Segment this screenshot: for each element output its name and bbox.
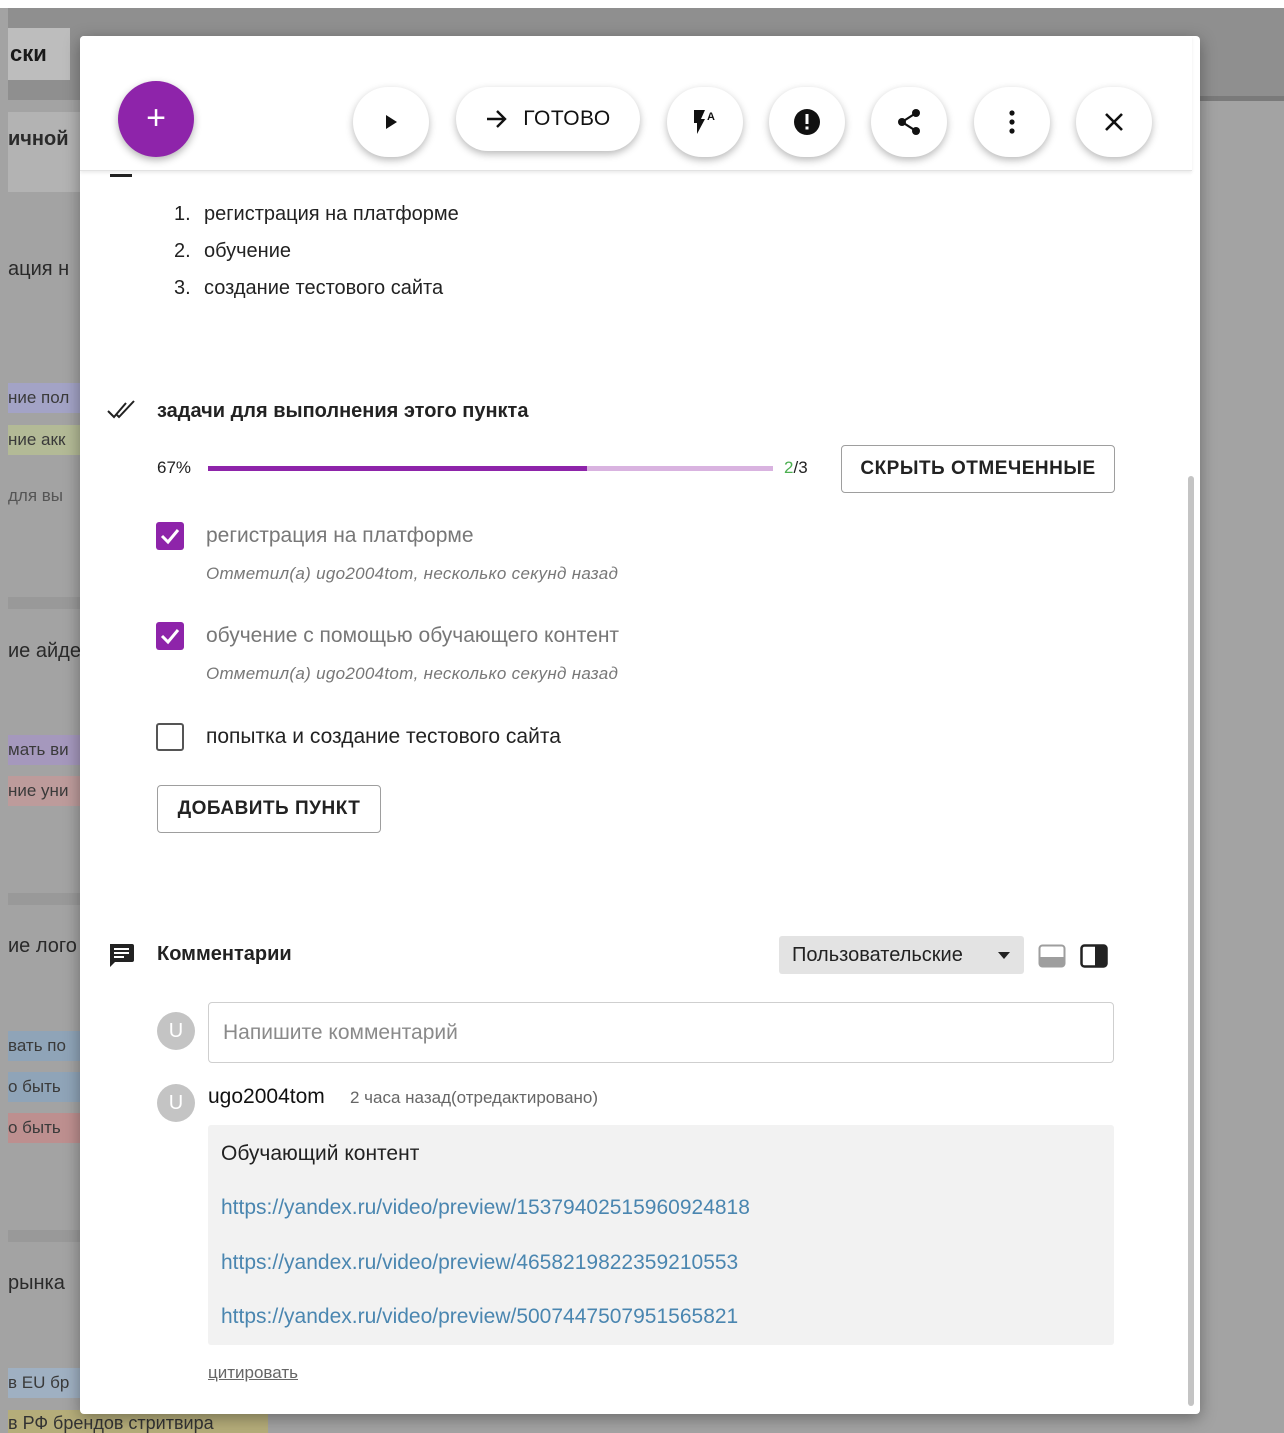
svg-text:A: A	[707, 111, 715, 123]
hide-checked-button[interactable]: СКРЫТЬ ОТМЕЧЕННЫЕ	[841, 445, 1115, 493]
background-chip: ние пол	[8, 383, 82, 413]
close-icon	[1105, 113, 1123, 131]
priority-button[interactable]	[769, 87, 845, 157]
card-detail-modal: 1. регистрация на платформе 2. обучение 3.…	[80, 36, 1200, 1414]
checklist-progress-fill	[208, 466, 587, 471]
background-divider	[8, 1230, 82, 1242]
comment-filter-select[interactable]: Пользовательские	[779, 936, 1024, 974]
double-check-icon	[107, 400, 135, 419]
background-card-text: ичной	[8, 128, 69, 150]
description-divider	[110, 174, 132, 177]
play-icon	[386, 115, 397, 129]
comment-input[interactable]	[208, 1002, 1114, 1063]
board-title: ски	[8, 28, 70, 80]
dropdown-arrow-icon	[998, 952, 1010, 959]
share-icon	[898, 109, 920, 135]
checkmark-icon	[160, 629, 180, 645]
background-chip: для вы	[8, 486, 64, 505]
comment-body: Обучающий контент https://yandex.ru/vide…	[208, 1125, 1114, 1345]
background-chip: ние акк	[8, 425, 82, 455]
checklist-checkbox[interactable]	[156, 522, 184, 550]
comment-icon	[110, 944, 134, 967]
close-button[interactable]	[1076, 87, 1152, 157]
checklist-item-label[interactable]: попытка и создание тестового сайта	[206, 723, 561, 751]
background-divider	[8, 597, 82, 609]
start-button[interactable]	[353, 87, 429, 157]
background-chip: о быть	[8, 1072, 82, 1102]
share-button[interactable]	[871, 87, 947, 157]
checklist-checkbox[interactable]	[156, 723, 184, 751]
move-to-done-button[interactable]: ГОТОВО	[456, 87, 640, 151]
modal-scrollbar[interactable]	[1188, 476, 1194, 1406]
background-chip: вать по	[8, 1031, 82, 1061]
move-to-done-label: ГОТОВО	[523, 107, 611, 130]
flash-auto-icon: A	[694, 110, 715, 134]
add-button[interactable]: +	[118, 81, 194, 157]
comment-link[interactable]: https://yandex.ru/video/preview/50074475…	[221, 1305, 738, 1329]
more-vertical-icon	[1009, 110, 1015, 134]
arrow-right-icon	[487, 110, 507, 128]
background-card-text: ация н	[8, 258, 70, 280]
comment-link[interactable]: https://yandex.ru/video/preview/46582198…	[221, 1251, 738, 1275]
comment-filter-value: Пользовательские	[792, 944, 963, 966]
add-checklist-item-button[interactable]: ДОБАВИТЬ ПУНКТ	[157, 785, 381, 833]
background-card-text: рынка	[8, 1272, 65, 1294]
background-chip: мать ви	[8, 735, 82, 765]
checklist-item-label[interactable]: регистрация на платформе	[206, 522, 474, 550]
checklist-title: задачи для выполнения этого пункта	[157, 400, 529, 422]
quote-comment-link[interactable]: цитировать	[208, 1363, 298, 1383]
checklist-progress-count: 2/3	[784, 458, 808, 477]
checklist-item-label[interactable]: обучение с помощью обучающего контент	[206, 622, 619, 650]
comments-title: Комментарии	[157, 943, 292, 965]
avatar: U	[157, 1084, 195, 1122]
comment-timestamp: 2 часа назад(отредактировано)	[350, 1088, 599, 1107]
comment-link[interactable]: https://yandex.ru/video/preview/15379402…	[221, 1196, 750, 1220]
checkmark-icon	[160, 529, 180, 545]
comment-author[interactable]: ugo2004tom	[208, 1085, 325, 1109]
checklist-item-meta: Отметил(а) ugo2004tom, несколько секунд …	[206, 564, 619, 583]
description-item: 2. обучение	[174, 240, 292, 262]
background-chip: ние уни	[8, 776, 82, 806]
checklist-progress-percent: 67%	[157, 458, 192, 477]
description-list: 1. регистрация на платформе 2. обучение 3.…	[174, 202, 459, 313]
modal-toolbar: + ГОТОВО A	[80, 36, 1192, 171]
background-chip: о быть	[8, 1113, 82, 1143]
top-strip	[0, 0, 1284, 8]
board-divider	[1196, 96, 1284, 101]
background-chip: в EU бр	[8, 1368, 82, 1398]
more-options-button[interactable]	[974, 87, 1050, 157]
background-card-text: ие лого	[8, 935, 77, 957]
layout-side-panel-icon[interactable]	[1080, 944, 1108, 968]
description-item: 3. создание тестового сайта	[174, 277, 444, 299]
alert-circle-icon	[794, 109, 820, 135]
background-card-text: ие айде	[8, 640, 81, 662]
checklist-checkbox[interactable]	[156, 622, 184, 650]
automation-button[interactable]: A	[667, 87, 743, 157]
avatar: U	[157, 1012, 195, 1050]
comment-text: Обучающий контент	[221, 1142, 420, 1165]
description-item: 1. регистрация на платформе	[174, 203, 459, 225]
modal-content: 1. регистрация на платформе 2. обучение 3.…	[80, 36, 1192, 1414]
background-card	[8, 112, 82, 192]
layout-bottom-panel-icon[interactable]	[1038, 944, 1066, 968]
checklist-item-meta: Отметил(а) ugo2004tom, несколько секунд …	[206, 664, 619, 683]
background-divider	[8, 893, 82, 905]
checklist-progress-bar	[208, 466, 773, 471]
